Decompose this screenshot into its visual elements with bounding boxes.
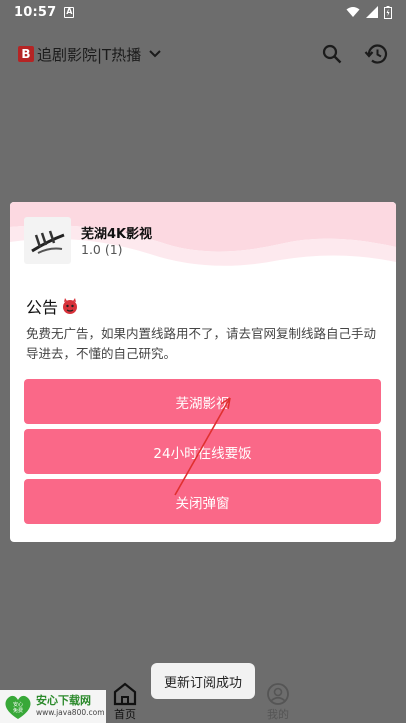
devil-emoji-icon (63, 298, 78, 314)
status-bar: 10:57 A (0, 0, 406, 24)
app-header: B 追剧影院|T热播 (0, 30, 406, 78)
app-logo-icon (24, 217, 71, 264)
source-title[interactable]: 追剧影院|T热播 (37, 44, 141, 65)
history-icon[interactable] (364, 43, 388, 65)
dialog-header: 芜湖4K影视 1.0 (1) (10, 202, 396, 280)
nav-home[interactable]: 首页 (112, 682, 138, 722)
svg-text:安心: 安心 (13, 701, 23, 708)
watermark-url: www.java800.com (36, 707, 105, 717)
home-icon (113, 682, 137, 706)
app-version: 1.0 (1) (81, 242, 123, 257)
nav-mine-label: 我的 (267, 708, 289, 721)
status-time: 10:57 (14, 4, 57, 20)
chevron-down-icon[interactable] (149, 50, 161, 58)
profile-icon (267, 683, 289, 705)
nav-home-label: 首页 (114, 708, 136, 721)
app-name: 芜湖4K影视 (81, 227, 153, 242)
signal-icon (366, 6, 378, 18)
wuhu-video-button[interactable]: 芜湖影视 (24, 379, 381, 424)
svg-text:免费: 免费 (13, 707, 23, 714)
watermark-site-name: 安心下载网 (36, 693, 91, 707)
close-dialog-button[interactable]: 关闭弹窗 (24, 479, 381, 524)
announcement-dialog: 芜湖4K影视 1.0 (1) 公告 免费无广告，如果内置线路用不了，请去官网复制… (10, 202, 396, 542)
watermark-text: 安心下载网 www.java800.com (36, 693, 105, 719)
wifi-icon (346, 7, 360, 17)
online-donation-button[interactable]: 24小时在线要饭 (24, 429, 381, 474)
battery-icon (384, 5, 392, 19)
search-icon[interactable] (322, 44, 342, 64)
nav-mine[interactable]: 我的 (266, 682, 290, 722)
notice-body: 免费无广告，如果内置线路用不了，请去官网复制线路自己手动导进去，不懂的自己研究。 (26, 326, 377, 361)
watermark-logo-icon: 安心 免费 (5, 695, 31, 719)
brand-badge: B (18, 46, 34, 62)
site-watermark: 安心 免费 安心下载网 www.java800.com (0, 690, 106, 723)
notice-heading: 公告 (26, 294, 79, 318)
notification-icon: A (64, 6, 75, 18)
notice-title-text: 公告 (26, 298, 59, 317)
